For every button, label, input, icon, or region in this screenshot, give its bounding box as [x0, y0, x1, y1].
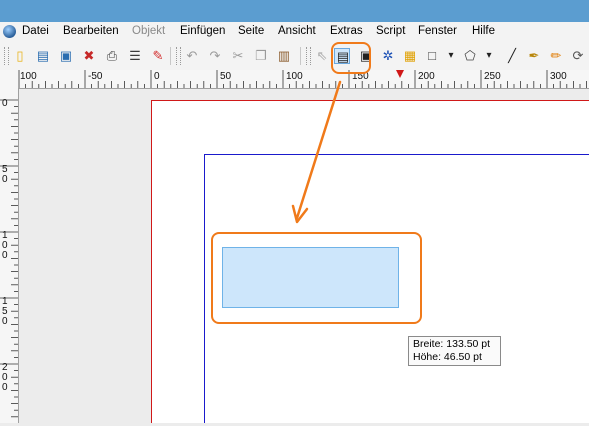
ruler-label: 0	[2, 382, 8, 393]
new-document-icon: ▯	[16, 48, 24, 63]
ruler-label: 0	[2, 316, 8, 327]
freehand-pencil-button[interactable]: ✏	[548, 48, 564, 64]
save-document-icon: ▣	[59, 48, 73, 63]
horizontal-ruler[interactable]: 100 -50 0 50 100 150 200 250 300	[0, 70, 589, 89]
toolbar-grip[interactable]	[4, 47, 9, 65]
bezier-curve-button[interactable]: ✒	[526, 48, 542, 64]
shape-dropdown-icon: ▾	[448, 50, 454, 61]
menu-seite[interactable]: Seite	[238, 25, 264, 37]
vertical-ruler-scale: 050100150200	[0, 98, 18, 418]
text-frame-highlight	[211, 232, 422, 324]
polygon-icon: ⬠	[464, 48, 476, 63]
render-frame-icon: ✲	[382, 48, 394, 63]
menu-einfuegen[interactable]: Einfügen	[180, 25, 225, 37]
ruler-label: 0	[2, 98, 8, 109]
menu-ansicht[interactable]: Ansicht	[278, 25, 316, 37]
rectangle-shape-button[interactable]: □	[424, 48, 440, 64]
tooltip-width: Breite: 133.50 pt	[413, 338, 491, 350]
select-arrow-icon: ⇖	[316, 48, 328, 63]
polygon-dropdown-icon: ▾	[486, 50, 492, 61]
rectangle-shape-icon: □	[428, 48, 436, 63]
ruler-label: 300	[550, 71, 567, 82]
menu-bar: Datei Bearbeiten Objekt Einfügen Seite A…	[0, 22, 589, 43]
menu-script[interactable]: Script	[376, 25, 405, 37]
app-logo-icon[interactable]	[3, 25, 16, 38]
toolbar-separator	[300, 47, 301, 65]
export-pdf-icon: ✎	[152, 48, 164, 63]
menu-hilfe[interactable]: Hilfe	[472, 25, 495, 37]
menu-extras[interactable]: Extras	[330, 25, 363, 37]
preflight-check-button[interactable]: ☰	[127, 48, 143, 64]
ruler-label: 200	[418, 71, 435, 82]
paste-button[interactable]: ▥	[276, 48, 292, 64]
size-tooltip: Breite: 133.50 pt Höhe: 46.50 pt	[408, 336, 501, 366]
rotate-item-button[interactable]: ⟳	[570, 48, 586, 64]
tooltip-height: Höhe: 46.50 pt	[413, 351, 482, 363]
table-button[interactable]: ▦	[402, 48, 418, 64]
cut-icon: ✂	[232, 48, 244, 63]
redo-icon: ↷	[209, 48, 221, 63]
bezier-curve-icon: ✒	[528, 48, 540, 63]
print-icon: ⎙	[106, 48, 118, 63]
close-document-icon: ✖	[83, 48, 95, 63]
text-frame-tool-highlight	[331, 42, 371, 74]
shape-dropdown-button[interactable]: ▾	[446, 48, 456, 64]
preflight-check-icon: ☰	[129, 48, 141, 63]
ruler-label: 100	[20, 71, 37, 82]
ruler-label: 250	[484, 71, 501, 82]
freehand-pencil-icon: ✏	[550, 48, 562, 63]
vertical-ruler[interactable]: 050100150200	[0, 88, 19, 423]
menu-objekt[interactable]: Objekt	[132, 25, 165, 37]
polygon-dropdown-button[interactable]: ▾	[484, 48, 494, 64]
menu-fenster[interactable]: Fenster	[418, 25, 457, 37]
save-document-button[interactable]: ▣	[58, 48, 74, 64]
cut-button[interactable]: ✂	[230, 48, 246, 64]
ruler-label: 100	[286, 71, 303, 82]
ruler-label: -50	[88, 71, 103, 82]
toolbar-separator	[170, 47, 171, 65]
copy-icon: ❐	[255, 48, 267, 63]
undo-button[interactable]: ↶	[184, 48, 200, 64]
table-icon: ▦	[403, 48, 417, 63]
menu-bearbeiten[interactable]: Bearbeiten	[63, 25, 119, 37]
open-document-icon: ▤	[36, 48, 50, 63]
title-bar	[0, 0, 589, 22]
redo-button[interactable]: ↷	[207, 48, 223, 64]
toolbar: ▯ ▤ ▣ ✖ ⎙ ☰ ✎ ↶ ↷ ✂ ❐ ▥ ⇖ ▤ ▣ ✲ ▦ □ ▾ ⬠ ▾ ╱ ✒ ✏ ⟳	[0, 42, 589, 70]
ruler-label: 50	[220, 71, 232, 82]
close-document-button[interactable]: ✖	[81, 48, 97, 64]
cursor-position-marker	[396, 70, 404, 78]
horizontal-ruler-scale: 100 -50 0 50 100 150 200 250 300	[18, 70, 587, 88]
paste-icon: ▥	[277, 48, 291, 63]
new-document-button[interactable]: ▯	[12, 48, 28, 64]
rotate-item-icon: ⟳	[572, 48, 584, 63]
select-arrow-button[interactable]: ⇖	[314, 48, 330, 64]
toolbar-grip[interactable]	[176, 47, 181, 65]
open-document-button[interactable]: ▤	[35, 48, 51, 64]
undo-icon: ↶	[186, 48, 198, 63]
print-button[interactable]: ⎙	[104, 48, 120, 64]
line-icon: ╱	[508, 48, 516, 63]
toolbar-grip[interactable]	[306, 47, 311, 65]
menu-datei[interactable]: Datei	[22, 25, 49, 37]
ruler-label: 0	[2, 250, 8, 261]
render-frame-button[interactable]: ✲	[380, 48, 396, 64]
ruler-label: 0	[2, 174, 8, 185]
ruler-label: 0	[154, 71, 160, 82]
copy-button[interactable]: ❐	[253, 48, 269, 64]
line-button[interactable]: ╱	[504, 48, 520, 64]
export-pdf-button[interactable]: ✎	[150, 48, 166, 64]
polygon-button[interactable]: ⬠	[462, 48, 478, 64]
